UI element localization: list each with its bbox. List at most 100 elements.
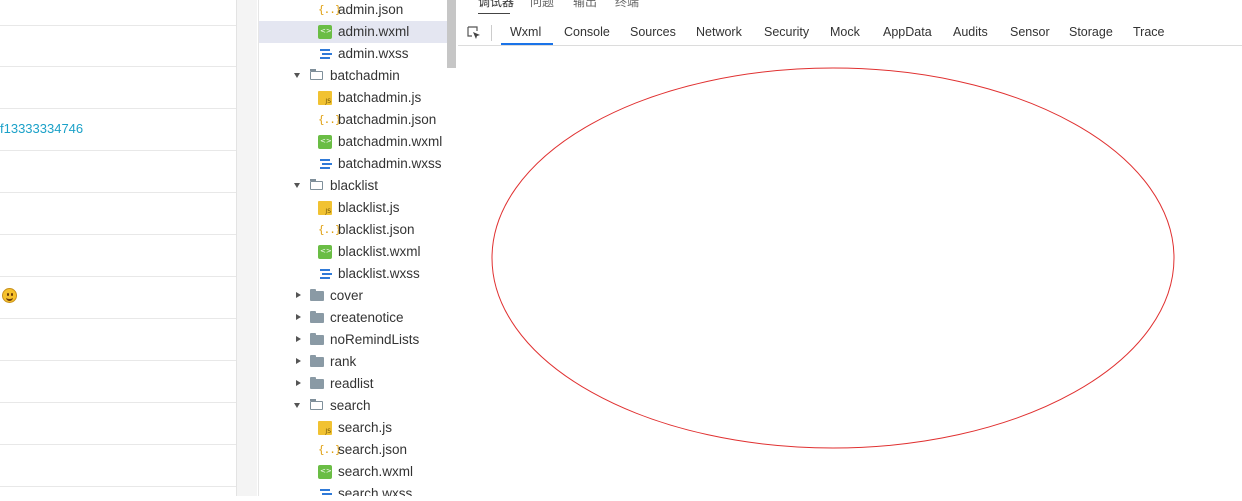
active-panel-tab-indicator — [501, 43, 553, 45]
js-file-icon — [318, 91, 332, 105]
chevron-right-icon[interactable] — [296, 380, 301, 386]
json-file-icon: {..} — [318, 443, 342, 456]
tree-folder-row[interactable]: rank — [259, 351, 449, 373]
tree-item-label: noRemindLists — [330, 332, 420, 347]
tab-appdata[interactable]: AppData — [883, 25, 932, 39]
panel-divider[interactable] — [237, 0, 257, 496]
list-row[interactable] — [0, 194, 236, 235]
tree-item-label: batchadmin.js — [338, 90, 422, 105]
tree-folder-row[interactable]: noRemindLists — [259, 329, 449, 351]
list-row[interactable] — [0, 320, 236, 361]
tree-file-row[interactable]: batchadmin.wxml — [259, 131, 449, 153]
folder-closed-icon — [310, 311, 324, 323]
tree-item-label: blacklist.js — [338, 200, 400, 215]
tree-file-row[interactable]: {..} blacklist.json — [259, 219, 449, 241]
json-file-icon: {..} — [318, 3, 342, 16]
red-ellipse-annotation — [491, 67, 1175, 449]
folder-closed-icon — [310, 355, 324, 367]
tab-mock[interactable]: Mock — [830, 25, 860, 39]
tab-network[interactable]: Network — [696, 25, 742, 39]
list-row[interactable] — [0, 362, 236, 403]
list-row[interactable] — [0, 26, 236, 67]
tree-item-label: batchadmin — [330, 68, 400, 83]
tree-folder-row[interactable]: createnotice — [259, 307, 449, 329]
tree-item-label: rank — [330, 354, 357, 369]
tree-folder-row[interactable]: blacklist — [259, 175, 449, 197]
tree-file-row[interactable]: batchadmin.js — [259, 87, 449, 109]
tree-folder-row[interactable]: search — [259, 395, 449, 417]
chevron-down-icon[interactable] — [294, 183, 300, 188]
tree-folder-row[interactable]: batchadmin — [259, 65, 449, 87]
wxss-file-icon — [318, 157, 332, 171]
simulator-preview-panel: f13333334746 — [0, 0, 237, 496]
list-row[interactable] — [0, 68, 236, 109]
folder-open-icon — [310, 69, 323, 80]
tab-trace[interactable]: Trace — [1133, 25, 1165, 39]
tree-item-label: search.json — [338, 442, 408, 457]
tab-problems[interactable]: 问题 — [530, 0, 554, 10]
tree-file-row[interactable]: {..} search.json — [259, 439, 449, 461]
tree-file-row[interactable]: blacklist.wxss — [259, 263, 449, 285]
tab-terminal[interactable]: 终端 — [615, 0, 639, 10]
debug-top-tabs: 调试器 问题 输出 终端 — [458, 0, 1242, 14]
chevron-right-icon[interactable] — [296, 336, 301, 342]
tree-folder-row[interactable]: readlist — [259, 373, 449, 395]
wxml-file-icon — [318, 135, 332, 149]
tree-folder-row[interactable]: cover — [259, 285, 449, 307]
chevron-right-icon[interactable] — [296, 358, 301, 364]
tab-console[interactable]: Console — [564, 25, 610, 39]
tree-file-row[interactable]: search.wxml — [259, 461, 449, 483]
tree-item-label: blacklist.wxml — [338, 244, 421, 259]
tree-item-label: batchadmin.wxss — [338, 156, 442, 171]
chevron-right-icon[interactable] — [296, 292, 301, 298]
tree-file-row[interactable]: blacklist.wxml — [259, 241, 449, 263]
tree-file-row[interactable]: {..} admin.json — [259, 0, 449, 21]
list-row[interactable]: f13333334746 — [0, 110, 236, 151]
file-explorer: {..}admin.jsonadmin.wxml admin.wxss batcha… — [258, 0, 459, 496]
folder-open-icon — [310, 179, 323, 190]
devtools-panel: 调试器 问题 输出 终端 Wxml Console Sources Networ… — [458, 0, 1242, 496]
tree-item-label: admin.wxss — [338, 46, 409, 61]
file-explorer-scrollbar[interactable] — [447, 0, 456, 68]
folder-closed-icon — [310, 333, 324, 345]
tab-sensor[interactable]: Sensor — [1010, 25, 1050, 39]
chevron-down-icon[interactable] — [294, 403, 300, 408]
phone-number-link[interactable]: f13333334746 — [0, 121, 83, 136]
wxss-file-icon — [318, 487, 332, 496]
list-row[interactable] — [0, 404, 236, 445]
list-row[interactable] — [0, 278, 236, 319]
list-row[interactable] — [0, 0, 236, 26]
tab-storage[interactable]: Storage — [1069, 25, 1113, 39]
tab-security[interactable]: Security — [764, 25, 809, 39]
inspect-element-icon[interactable] — [467, 26, 481, 40]
tab-sources[interactable]: Sources — [630, 25, 676, 39]
tree-file-row[interactable]: admin.wxml — [259, 21, 449, 43]
tree-item-label: search.wxss — [338, 486, 413, 496]
tree-file-row[interactable]: {..} batchadmin.json — [259, 109, 449, 131]
chevron-down-icon[interactable] — [294, 73, 300, 78]
tab-output[interactable]: 输出 — [573, 0, 597, 10]
chevron-right-icon[interactable] — [296, 314, 301, 320]
tab-wxml[interactable]: Wxml — [510, 25, 541, 39]
wxml-file-icon — [318, 25, 332, 39]
tab-debugger[interactable]: 调试器 — [478, 0, 514, 10]
tree-item-label: batchadmin.wxml — [338, 134, 443, 149]
wxml-file-icon — [318, 465, 332, 479]
tree-item-label: search.js — [338, 420, 393, 435]
tree-item-label: blacklist.json — [338, 222, 415, 237]
tree-file-row[interactable]: blacklist.js — [259, 197, 449, 219]
wxml-content-area — [458, 46, 1242, 496]
list-row[interactable] — [0, 446, 236, 487]
tree-file-row[interactable]: search.wxss — [259, 483, 449, 496]
list-row[interactable] — [0, 152, 236, 193]
tree-file-row[interactable]: admin.wxss — [259, 43, 449, 65]
folder-closed-icon — [310, 377, 324, 389]
wxml-file-icon — [318, 245, 332, 259]
list-row[interactable] — [0, 236, 236, 277]
tree-file-row[interactable]: batchadmin.wxss — [259, 153, 449, 175]
tree-item-label: blacklist — [330, 178, 379, 193]
tree-file-row[interactable]: search.js — [259, 417, 449, 439]
tree-item-label: batchadmin.json — [338, 112, 437, 127]
tab-audits[interactable]: Audits — [953, 25, 988, 39]
folder-closed-icon — [310, 289, 324, 301]
